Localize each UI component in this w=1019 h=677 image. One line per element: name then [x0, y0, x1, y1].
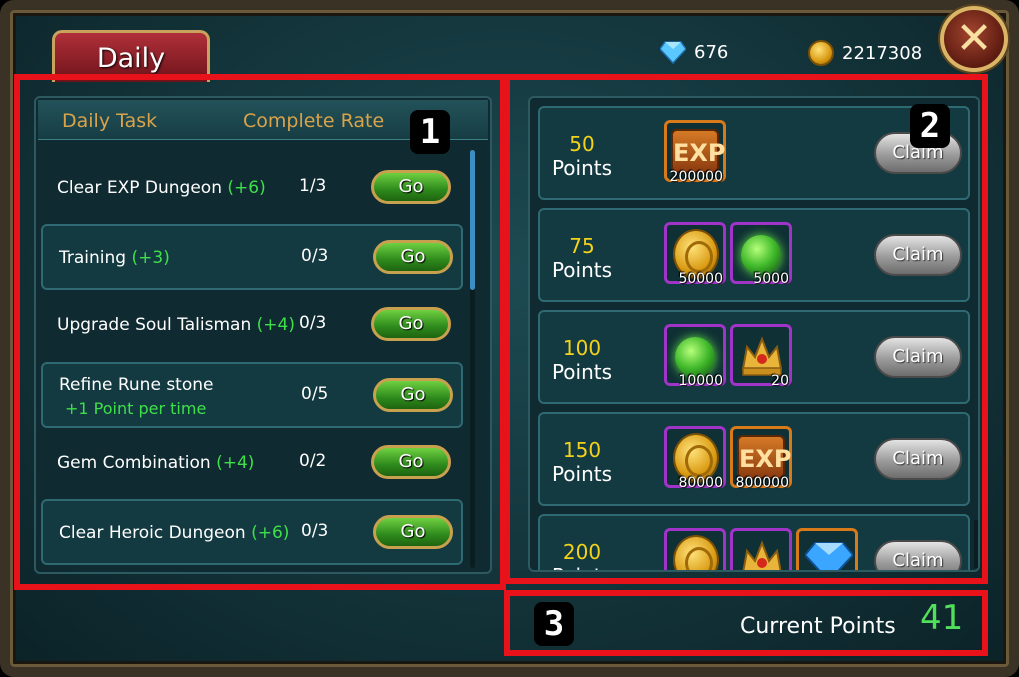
- annotation-box-3: [504, 590, 988, 656]
- annotation-label-1: 1: [410, 110, 450, 154]
- annotation-label-3: 3: [534, 602, 574, 646]
- gold-count: 2217308: [842, 42, 923, 64]
- diamond-count: 676: [694, 41, 729, 63]
- annotation-box-2: [504, 74, 988, 584]
- annotation-label-2: 2: [910, 104, 950, 148]
- close-x-icon: ✕: [955, 13, 993, 64]
- diamond-icon: [660, 41, 686, 64]
- gold-counter: 2217308: [808, 40, 922, 66]
- close-button[interactable]: ✕: [940, 6, 1008, 72]
- diamond-counter: 676: [660, 40, 728, 64]
- gold-coin-icon: [808, 40, 834, 66]
